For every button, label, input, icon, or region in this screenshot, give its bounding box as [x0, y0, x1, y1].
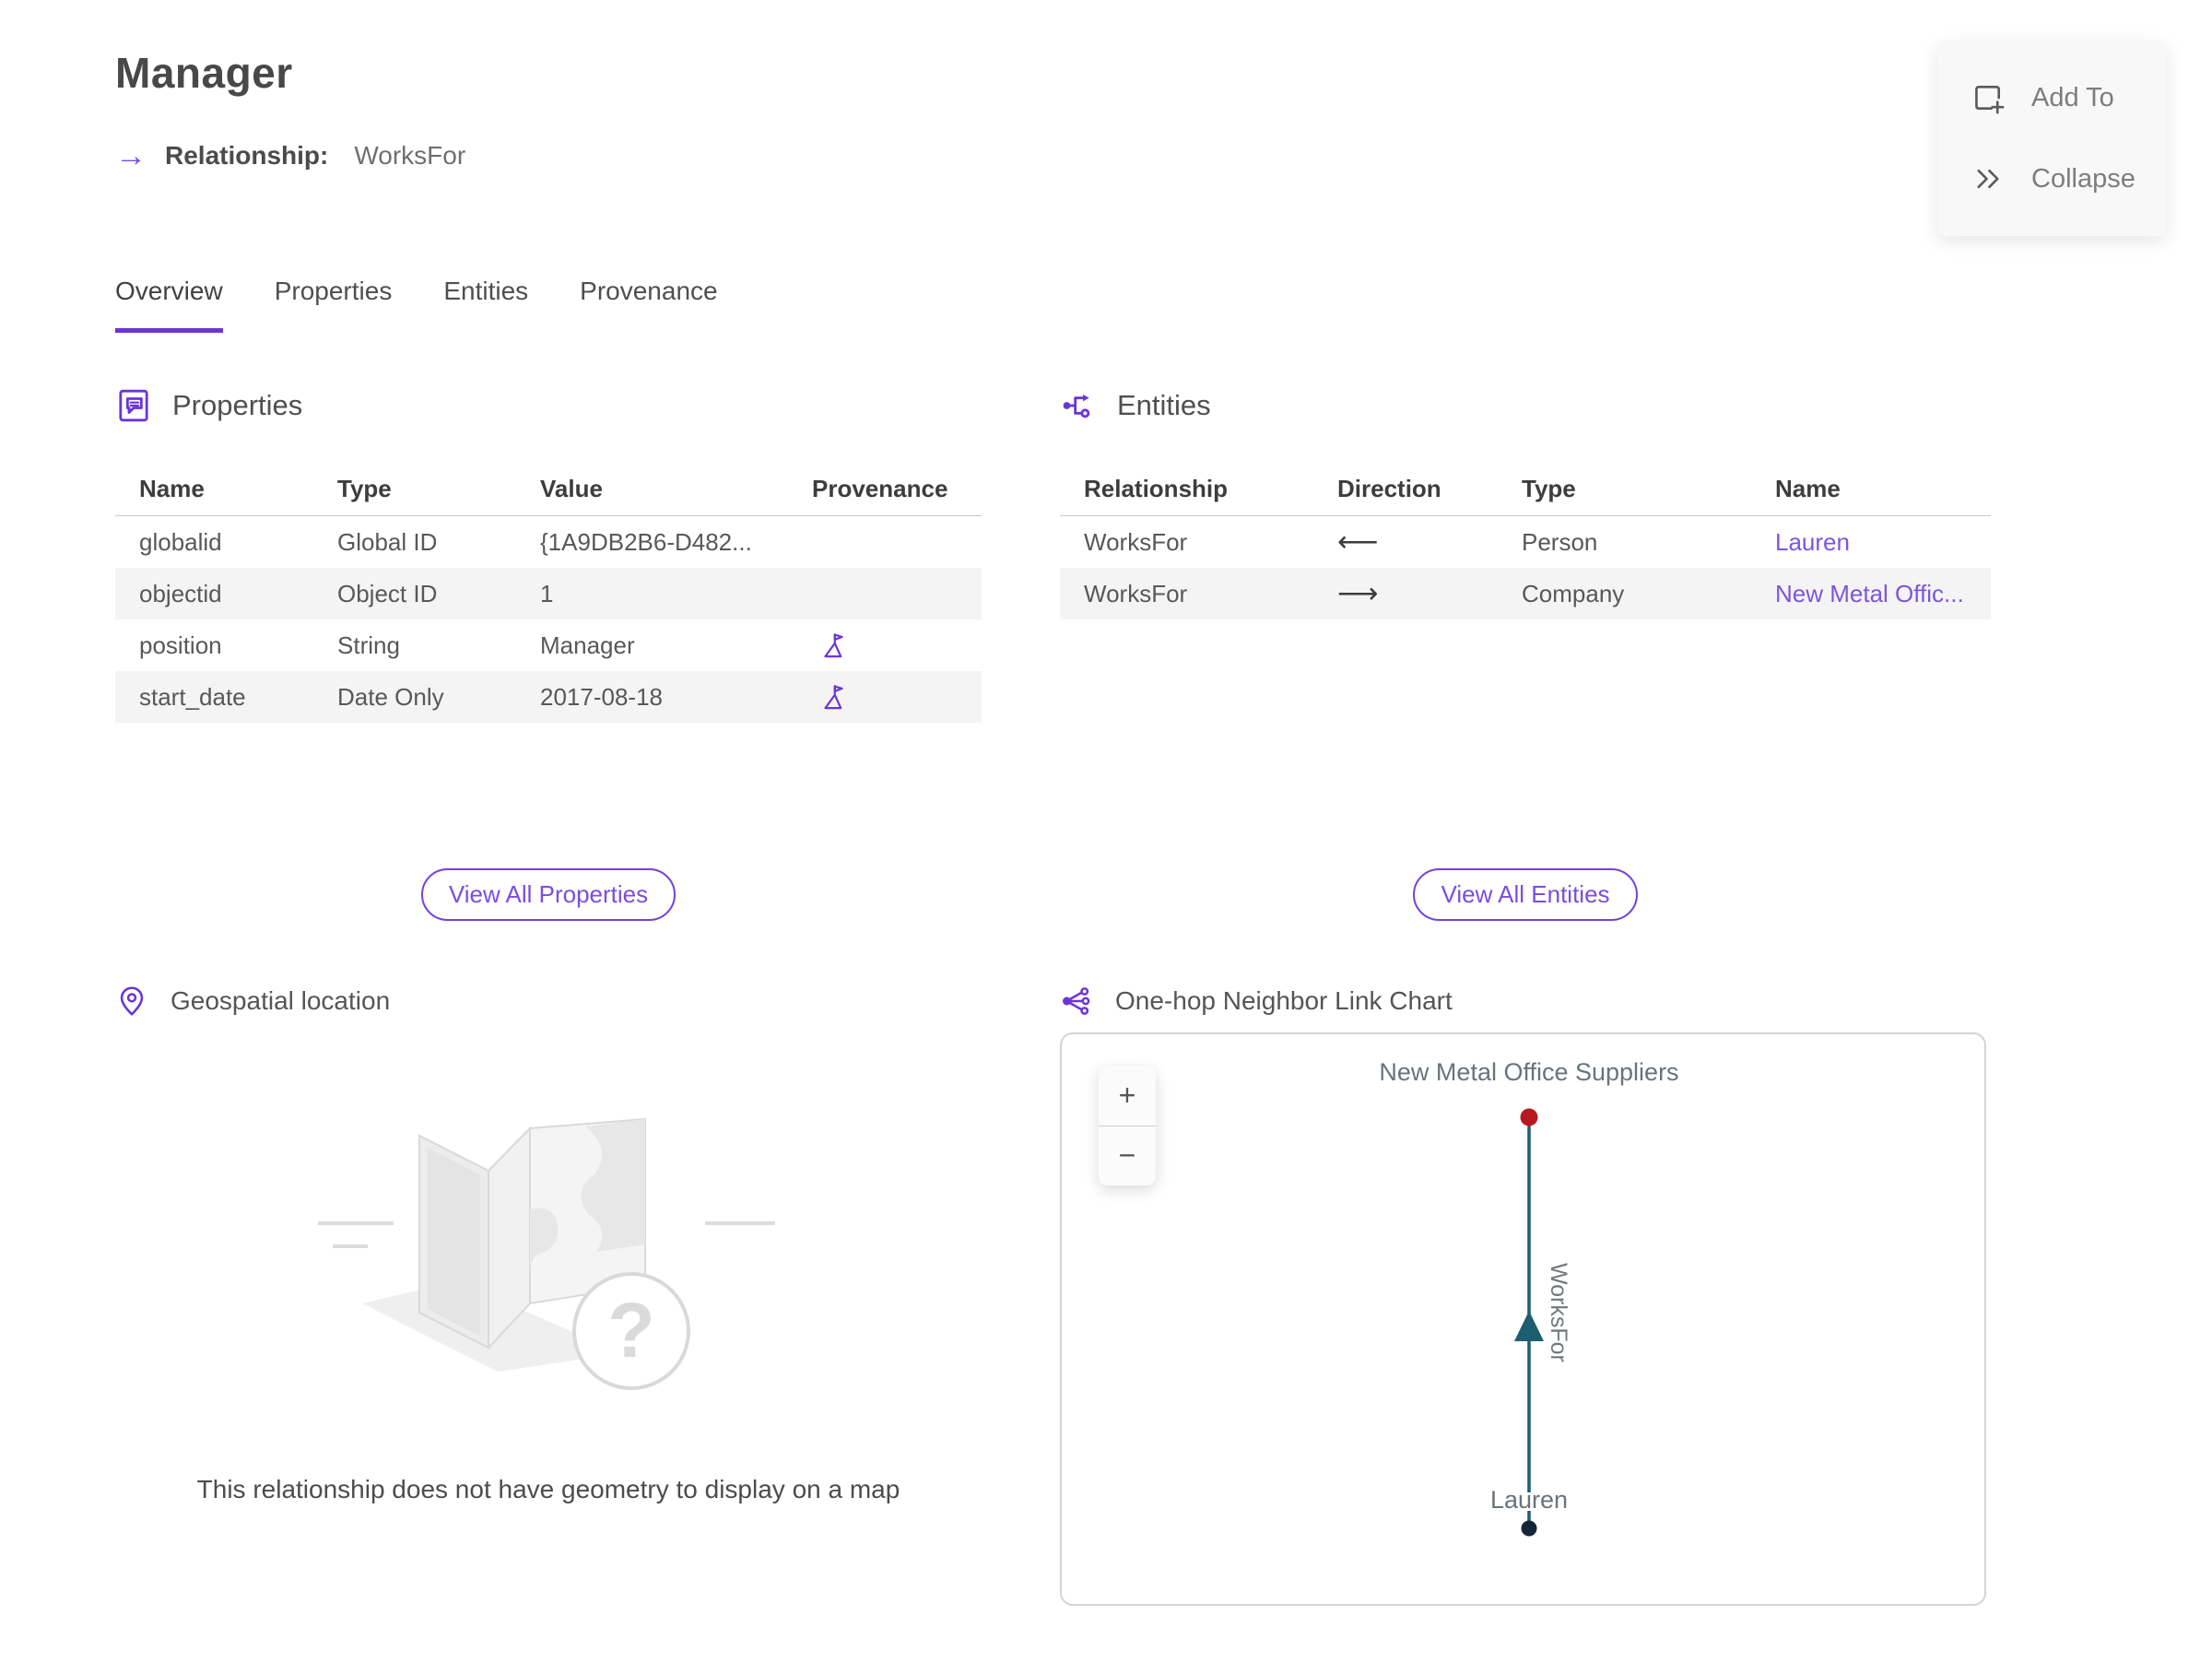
- entity-name-link[interactable]: New Metal Offic...: [1751, 580, 1991, 608]
- view-all-entities-button[interactable]: View All Entities: [1413, 868, 1638, 921]
- entity-type: Company: [1522, 579, 1625, 607]
- prop-provenance[interactable]: [788, 631, 982, 660]
- col-header-name: Name: [139, 475, 205, 502]
- geospatial-section-title: Geospatial location: [171, 986, 391, 1015]
- bottom-node-dot[interactable]: [1521, 1520, 1537, 1537]
- entity-relationship: WorksFor: [1084, 579, 1188, 607]
- entities-icon: [1063, 395, 1090, 418]
- properties-icon: [119, 389, 148, 422]
- properties-section-title: Properties: [172, 389, 303, 421]
- map-placeholder: ?: [115, 1071, 982, 1421]
- provenance-flag-icon: [824, 632, 843, 657]
- collapse-icon: [1977, 169, 1999, 189]
- add-to-label: Add To: [2031, 82, 2114, 112]
- right-column: Entities Relationship Direction Type Nam…: [1060, 387, 1991, 1613]
- entities-section-title: Entities: [1117, 389, 1211, 421]
- entity-relationship: WorksFor: [1084, 527, 1188, 556]
- zoom-in-button[interactable]: +: [1099, 1066, 1156, 1126]
- geospatial-section-header: Geospatial location: [115, 984, 390, 1018]
- prop-value: {1A9DB2B6-D482...: [540, 527, 752, 556]
- zoom-control: + −: [1099, 1066, 1156, 1185]
- entities-table-header: Relationship Direction Type Name: [1060, 463, 1991, 516]
- svg-text:?: ?: [607, 1287, 654, 1373]
- prop-value: Manager: [540, 631, 635, 659]
- tab-overview[interactable]: Overview: [115, 277, 223, 333]
- relationship-label: Relationship:: [165, 141, 329, 170]
- map-pin-icon: [120, 986, 144, 1016]
- edge-label: WorksFor: [1546, 1263, 1571, 1362]
- entities-button-row: View All Entities: [1060, 868, 1991, 921]
- add-to-icon: [1975, 85, 2005, 114]
- col-header-type: Type: [337, 475, 392, 502]
- page-title: Manager: [115, 49, 293, 97]
- tab-properties[interactable]: Properties: [275, 277, 393, 333]
- properties-section-header: Properties: [115, 387, 302, 424]
- collapse-label: Collapse: [2031, 163, 2136, 194]
- properties-button-row: View All Properties: [115, 868, 982, 921]
- provenance-flag-icon: [824, 684, 843, 709]
- prop-type: Date Only: [337, 682, 444, 711]
- table-row: WorksFor ⟶ Company New Metal Offic...: [1060, 568, 1991, 619]
- prop-value: 1: [540, 579, 554, 607]
- link-chart-section-title: One-hop Neighbor Link Chart: [1115, 986, 1453, 1015]
- tab-bar: Overview Properties Entities Provenance: [115, 277, 718, 333]
- direction-right-arrow-icon: ⟶: [1337, 577, 1379, 609]
- col-header-direction: Direction: [1337, 475, 1441, 502]
- prop-value: 2017-08-18: [540, 682, 663, 711]
- prop-type: Object ID: [337, 579, 438, 607]
- prop-name: position: [139, 631, 222, 659]
- col-header-relationship: Relationship: [1084, 475, 1229, 502]
- col-header-provenance: Provenance: [812, 475, 948, 502]
- link-chart-icon: [1063, 987, 1090, 1015]
- col-header-value: Value: [540, 475, 603, 502]
- empty-map-illustration: ?: [318, 1117, 775, 1390]
- properties-table: Name Type Value Provenance globalid Glob…: [115, 463, 982, 723]
- col-header-name: Name: [1775, 475, 1841, 502]
- top-node-label: New Metal Office Suppliers: [1379, 1058, 1678, 1086]
- entities-table: Relationship Direction Type Name WorksFo…: [1060, 463, 1991, 619]
- add-to-button[interactable]: Add To: [1937, 65, 2166, 131]
- prop-name: start_date: [139, 682, 246, 711]
- prop-name: objectid: [139, 579, 222, 607]
- direction-left-arrow-icon: ⟵: [1337, 525, 1379, 558]
- tab-entities[interactable]: Entities: [443, 277, 528, 333]
- edge-arrowhead: [1514, 1311, 1544, 1341]
- entities-section-header: Entities: [1060, 387, 1211, 424]
- link-chart-canvas: WorksFor New Metal Office Suppliers Laur…: [1376, 1055, 1682, 1537]
- prop-type: Global ID: [337, 527, 438, 556]
- no-geometry-message: This relationship does not have geometry…: [196, 1475, 900, 1503]
- relationship-value: WorksFor: [354, 141, 466, 170]
- entity-type: Person: [1522, 527, 1598, 556]
- prop-provenance[interactable]: [788, 683, 982, 712]
- prop-type: String: [337, 631, 400, 659]
- table-row: objectid Object ID 1: [115, 568, 982, 619]
- collapse-button[interactable]: Collapse: [1937, 146, 2166, 212]
- relationship-subtitle: → Relationship: WorksFor: [115, 140, 465, 171]
- one-hop-link-chart[interactable]: WorksFor New Metal Office Suppliers Laur…: [1060, 1032, 1986, 1606]
- left-column: Properties Name Type Value Provenance gl…: [115, 387, 982, 1613]
- properties-table-header: Name Type Value Provenance: [115, 463, 982, 516]
- prop-name: globalid: [139, 527, 222, 556]
- table-row: globalid Global ID {1A9DB2B6-D482...: [115, 516, 982, 568]
- tab-provenance[interactable]: Provenance: [580, 277, 717, 333]
- floating-action-card: Add To Collapse: [1937, 41, 2166, 236]
- table-row: WorksFor ⟵ Person Lauren: [1060, 516, 1991, 568]
- bottom-node-label: Lauren: [1490, 1486, 1568, 1514]
- zoom-out-button[interactable]: −: [1099, 1126, 1156, 1185]
- top-node-dot[interactable]: [1520, 1108, 1538, 1126]
- col-header-type: Type: [1522, 475, 1576, 502]
- view-all-properties-button[interactable]: View All Properties: [420, 868, 677, 921]
- link-chart-section-header: One-hop Neighbor Link Chart: [1060, 984, 1453, 1018]
- table-row: start_date Date Only 2017-08-18: [115, 671, 982, 723]
- entity-name-link[interactable]: Lauren: [1751, 528, 1991, 557]
- table-row: position String Manager: [115, 619, 982, 671]
- relationship-arrow-icon: →: [115, 138, 147, 173]
